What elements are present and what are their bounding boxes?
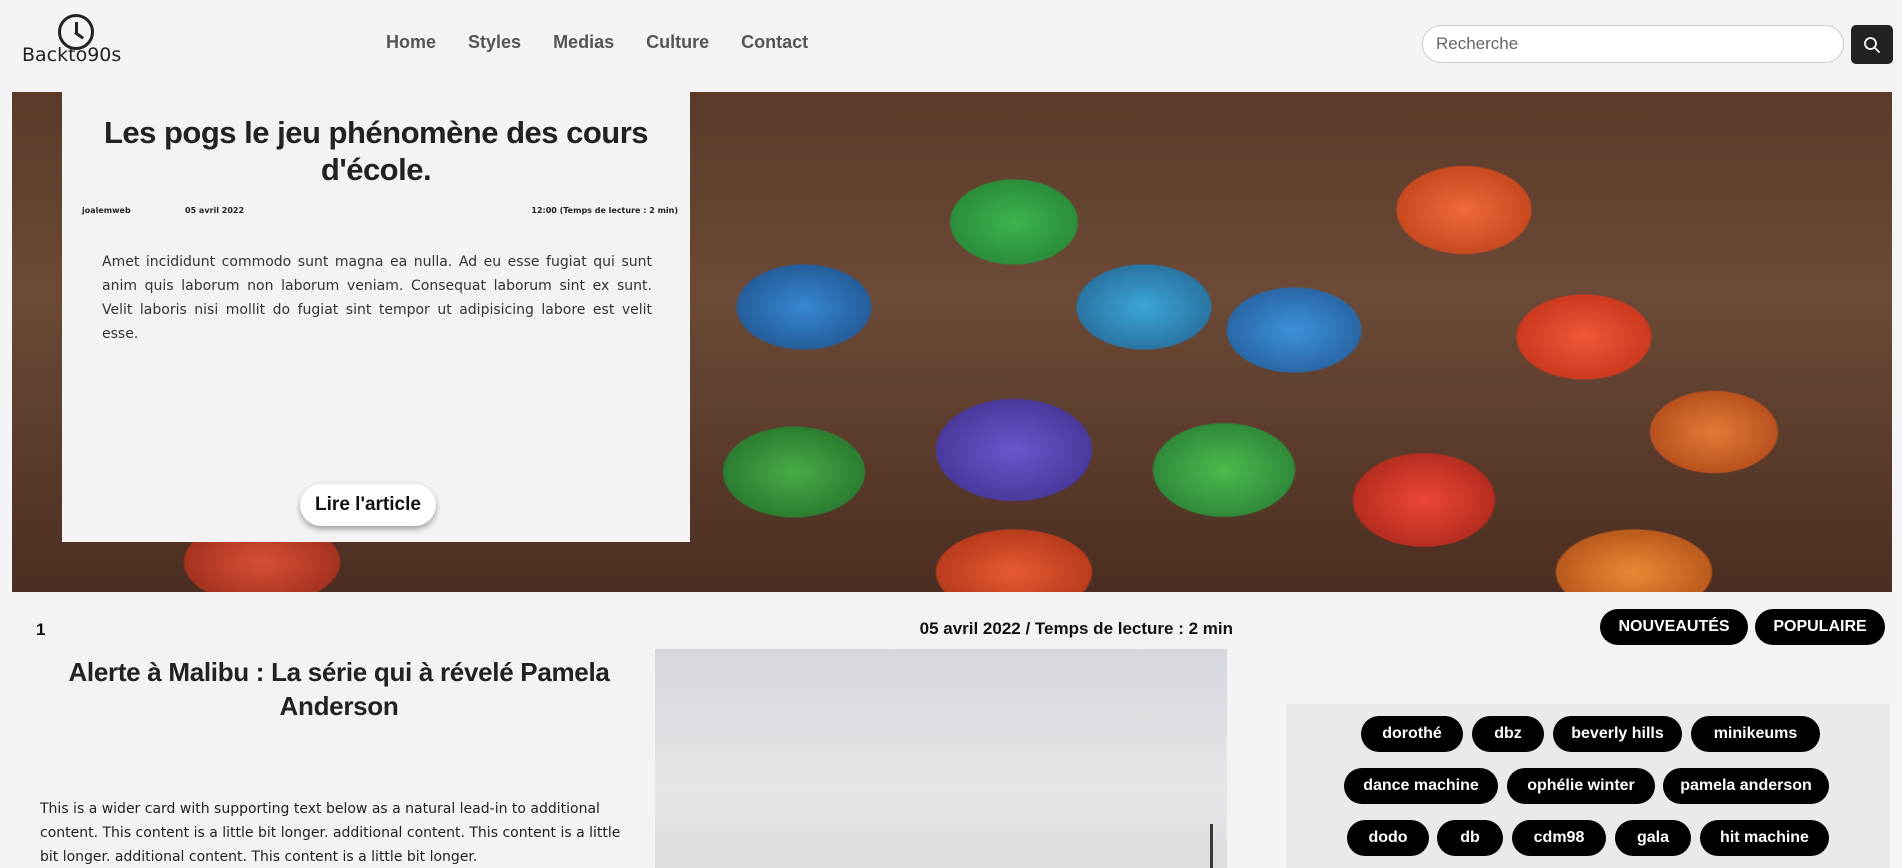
tag[interactable]: beverly hills (1553, 716, 1682, 752)
tag[interactable]: minikeums (1691, 716, 1820, 752)
article-image (655, 649, 1227, 868)
image-detail (1210, 824, 1213, 868)
article-title[interactable]: Alerte à Malibu : La série qui à révelé … (39, 655, 639, 723)
tag[interactable]: pamela anderson (1663, 768, 1829, 804)
nav-styles[interactable]: Styles (468, 32, 521, 53)
hero-time: 12:00 (Temps de lecture : 2 min) (531, 206, 678, 215)
article-text: This is a wider card with supporting tex… (40, 801, 621, 865)
main-nav: Home Styles Medias Culture Contact (386, 32, 808, 53)
sort-popular-button[interactable]: POPULAIRE (1755, 609, 1885, 645)
tag[interactable]: dodo (1347, 820, 1429, 856)
nav-medias[interactable]: Medias (553, 32, 614, 53)
hero-title: Les pogs le jeu phénomène des cours d'éc… (103, 115, 649, 187)
search-input[interactable] (1422, 25, 1844, 63)
tag[interactable]: cdm98 (1512, 820, 1606, 856)
sort-new-button[interactable]: NOUVEAUTÉS (1600, 609, 1748, 645)
nav-contact[interactable]: Contact (741, 32, 808, 53)
site-logo[interactable]: Backto90s (22, 14, 122, 70)
article-date: 05 avril 2022 / Temps de lecture : 2 min (919, 619, 1233, 638)
hero-text: Amet incididunt commodo sunt magna ea nu… (102, 254, 652, 342)
tag[interactable]: db (1437, 820, 1503, 856)
nav-culture[interactable]: Culture (646, 32, 709, 53)
article-number: 1 (36, 620, 46, 639)
nav-home[interactable]: Home (386, 32, 436, 53)
search-icon (1864, 36, 1880, 53)
tag[interactable]: ophélie winter (1507, 768, 1655, 804)
hero-date: 05 avril 2022 (185, 206, 245, 215)
header: Backto90s Home Styles Medias Culture Con… (0, 0, 1902, 92)
tag[interactable]: dance machine (1344, 768, 1498, 804)
tag[interactable]: dorothé (1361, 716, 1463, 752)
search-button[interactable] (1851, 25, 1893, 64)
hero-card: Les pogs le jeu phénomène des cours d'éc… (62, 92, 690, 542)
logo-text: Backto90s (22, 44, 122, 66)
read-article-button[interactable]: Lire l'article (300, 484, 436, 526)
tag[interactable]: hit machine (1700, 820, 1829, 856)
tag[interactable]: gala (1615, 820, 1691, 856)
tag[interactable]: dbz (1472, 716, 1544, 752)
hero-author: joalemweb (82, 206, 131, 215)
article-card[interactable]: 1 05 avril 2022 / Temps de lecture : 2 m… (29, 609, 1241, 868)
